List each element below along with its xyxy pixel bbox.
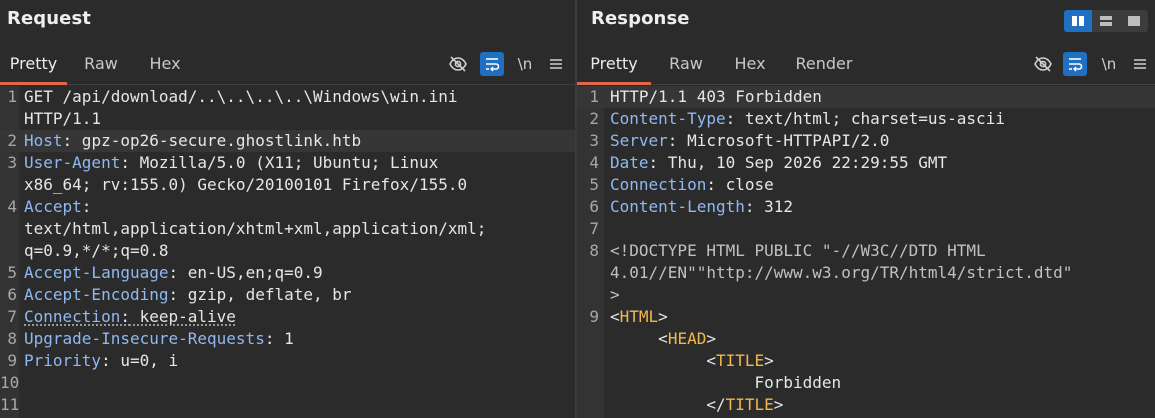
layout-toggle-group xyxy=(1064,10,1148,32)
request-tab-hex[interactable]: Hex xyxy=(135,43,195,85)
request-editor[interactable]: 1 GET /api/download/..\..\..\..\Windows\w… xyxy=(0,86,575,418)
request-line: 8 Upgrade-Insecure-Requests: 1 xyxy=(7,329,294,348)
layout-single-icon[interactable] xyxy=(1120,10,1148,32)
response-line: 4.01//EN""http://www.w3.org/TR/html4/str… xyxy=(610,263,1073,282)
request-line: 5 Accept-Language: en-US,en;q=0.9 xyxy=(7,263,323,282)
request-line: q=0.9,*/*;q=0.8 xyxy=(24,241,169,260)
response-tab-raw[interactable]: Raw xyxy=(651,43,721,85)
response-line: 7 xyxy=(589,219,599,238)
response-pane: Response Pretty Raw Hex Render \n 1 HTTP/… xyxy=(577,0,1155,418)
layout-split-rows-icon[interactable] xyxy=(1092,10,1120,32)
request-line: 9 Priority: u=0, i xyxy=(7,351,179,370)
request-line: 4 Accept: xyxy=(7,197,92,216)
response-line: 8 <!DOCTYPE HTML PUBLIC "-//W3C//DTD HTML xyxy=(589,241,986,260)
response-line: 4 Date: Thu, 10 Sep 2026 22:29:55 GMT xyxy=(589,153,948,172)
wrap-lines-icon[interactable] xyxy=(1063,52,1087,76)
response-line: <HEAD> xyxy=(658,329,716,348)
layout-split-columns-icon[interactable] xyxy=(1064,10,1092,32)
eye-off-icon[interactable] xyxy=(446,52,470,76)
response-line: 1 HTTP/1.1 403 Forbidden xyxy=(577,86,1155,108)
response-line: > xyxy=(610,285,620,304)
request-line: 1 GET /api/download/..\..\..\..\Windows\w… xyxy=(7,87,458,106)
response-tab-render[interactable]: Render xyxy=(779,43,869,85)
hamburger-menu-icon[interactable] xyxy=(1128,52,1152,76)
request-line: x86_64; rv:155.0) Gecko/20100101 Firefox… xyxy=(24,175,468,194)
request-line: 7 Connection: keep-alive xyxy=(7,307,236,326)
request-line: 10 xyxy=(0,373,20,392)
response-line: 9 <HTML> xyxy=(589,307,668,326)
request-line: 3 User-Agent: Mozilla/5.0 (X11; Ubuntu; L… xyxy=(7,153,439,172)
response-tab-hex[interactable]: Hex xyxy=(721,43,779,85)
response-line: 2 Content-Type: text/html; charset=us-asc… xyxy=(589,109,1005,128)
response-line: <TITLE> xyxy=(706,351,774,370)
response-line: Forbidden xyxy=(610,373,842,392)
response-editor[interactable]: 1 HTTP/1.1 403 Forbidden 2 Content-Type: t… xyxy=(577,86,1155,418)
hamburger-menu-icon[interactable] xyxy=(544,52,568,76)
newline-toggle[interactable]: \n xyxy=(1097,52,1121,76)
request-line: 11 xyxy=(0,395,20,414)
request-pane: Request Pretty Raw Hex \n 1 GET /api/down… xyxy=(0,0,575,418)
newline-toggle[interactable]: \n xyxy=(513,52,537,76)
eye-off-icon[interactable] xyxy=(1031,52,1055,76)
request-title: Request xyxy=(7,8,91,29)
request-line: 2 Host: gpz-op26-secure.ghostlink.htb xyxy=(0,130,575,152)
response-line: 3 Server: Microsoft-HTTPAPI/2.0 xyxy=(589,131,890,150)
response-line: </TITLE> xyxy=(706,395,784,414)
response-tab-pretty[interactable]: Pretty xyxy=(577,43,651,85)
request-line: text/html,application/xhtml+xml,applicat… xyxy=(24,219,487,238)
response-line: 6 Content-Length: 312 xyxy=(589,197,794,216)
request-tab-raw[interactable]: Raw xyxy=(67,43,135,85)
request-line: HTTP/1.1 xyxy=(24,109,102,128)
response-title: Response xyxy=(591,8,690,29)
wrap-lines-icon[interactable] xyxy=(480,52,504,76)
request-tab-pretty[interactable]: Pretty xyxy=(0,43,67,85)
request-line: 6 Accept-Encoding: gzip, deflate, br xyxy=(7,285,352,304)
response-line: 5 Connection: close xyxy=(589,175,774,194)
